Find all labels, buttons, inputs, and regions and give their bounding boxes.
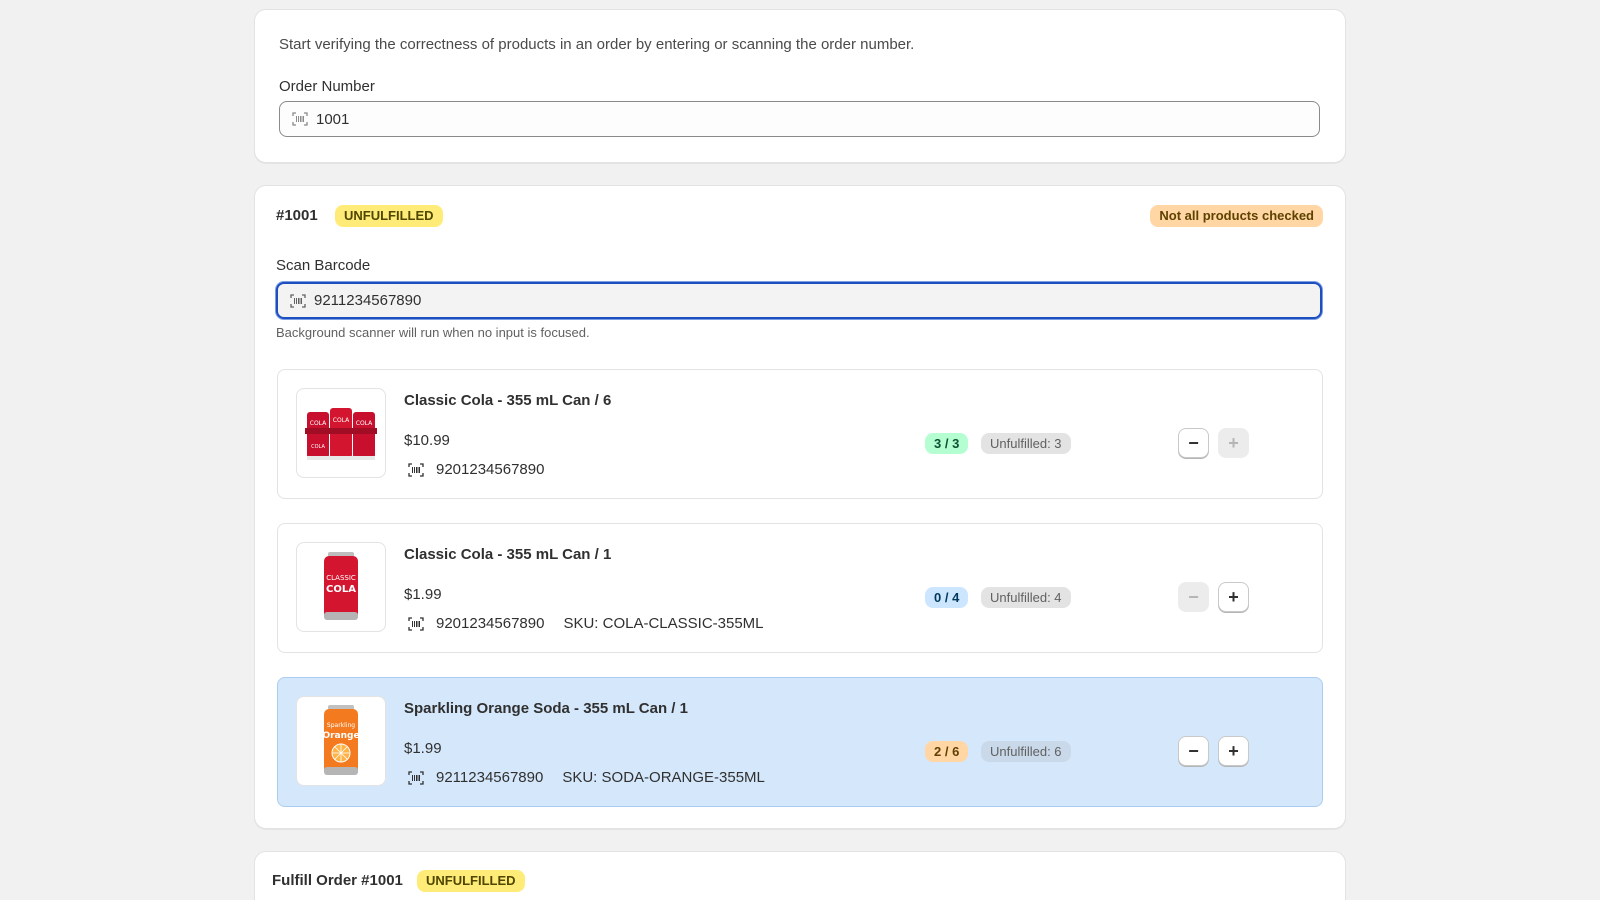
svg-text:COLA: COLA — [311, 444, 325, 450]
item-count-badge: 2 / 6 — [925, 741, 969, 762]
barcode-icon — [408, 770, 424, 785]
item-meta: 9201234567890 SKU: COLA-CLASSIC-355ML — [408, 615, 764, 632]
plus-icon: + — [1228, 586, 1239, 607]
item-sku: SKU: COLA-CLASSIC-355ML — [563, 615, 764, 632]
item-title: Sparkling Orange Soda - 355 mL Can / 1 — [404, 700, 688, 717]
item-count-badge: 3 / 3 — [925, 433, 969, 454]
svg-text:CLASSIC: CLASSIC — [326, 574, 356, 582]
scan-barcode-label: Scan Barcode — [276, 257, 371, 274]
item-barcode: 9201234567890 — [436, 461, 545, 478]
svg-text:Orange: Orange — [322, 731, 359, 741]
minus-icon: − — [1188, 740, 1199, 761]
product-image-orange-soda: Sparkling Orange — [296, 696, 386, 786]
product-image-cola-6-pack: COLA COLA COLA COLA — [296, 388, 386, 478]
svg-text:COLA: COLA — [310, 420, 327, 427]
item-price: $1.99 — [404, 586, 442, 603]
line-item-selected: Sparkling Orange Sparkling Orange Soda -… — [277, 677, 1323, 807]
order-number-input[interactable]: 1001 — [279, 101, 1320, 137]
order-status-badge: UNFULFILLED — [335, 205, 443, 227]
fulfill-order-title: Fulfill Order #1001 — [272, 872, 403, 889]
item-unfulfilled-badge: Unfulfilled: 3 — [981, 433, 1071, 454]
decrement-button[interactable]: − — [1178, 582, 1209, 612]
order-number-label: Order Number — [279, 78, 375, 95]
order-card: #1001 UNFULFILLED Not all products check… — [254, 185, 1346, 829]
plus-icon: + — [1228, 432, 1239, 453]
decrement-button[interactable]: − — [1178, 736, 1209, 766]
fulfill-status-badge: UNFULFILLED — [417, 870, 525, 892]
item-unfulfilled-badge: Unfulfilled: 6 — [981, 741, 1071, 762]
item-price: $1.99 — [404, 740, 442, 757]
increment-button[interactable]: + — [1218, 736, 1249, 766]
svg-text:COLA: COLA — [326, 584, 356, 595]
increment-button[interactable]: + — [1218, 428, 1249, 458]
line-item: CLASSIC COLA Classic Cola - 355 mL Can /… — [277, 523, 1323, 653]
svg-text:COLA: COLA — [333, 417, 350, 424]
order-number-value: 1001 — [316, 110, 350, 128]
barcode-icon — [408, 616, 424, 631]
svg-text:COLA: COLA — [356, 420, 373, 427]
product-image-cola-can: CLASSIC COLA — [296, 542, 386, 632]
intro-text: Start verifying the correctness of produ… — [279, 36, 915, 53]
barcode-icon — [408, 462, 424, 477]
increment-button[interactable]: + — [1218, 582, 1249, 612]
minus-icon: − — [1188, 432, 1199, 453]
item-sku: SKU: SODA-ORANGE-355ML — [562, 769, 765, 786]
item-price: $10.99 — [404, 432, 450, 449]
svg-text:Sparkling: Sparkling — [327, 722, 355, 729]
scanner-helper-text: Background scanner will run when no inpu… — [276, 325, 590, 340]
item-title: Classic Cola - 355 mL Can / 1 — [404, 546, 612, 563]
minus-icon: − — [1188, 586, 1199, 607]
fulfill-order-card: Fulfill Order #1001 UNFULFILLED — [254, 851, 1346, 900]
line-item: COLA COLA COLA COLA Classic Cola - 355 m… — [277, 369, 1323, 499]
check-status-badge: Not all products checked — [1150, 205, 1323, 227]
barcode-icon — [290, 293, 306, 308]
item-meta: 9201234567890 — [408, 461, 544, 478]
item-unfulfilled-badge: Unfulfilled: 4 — [981, 587, 1071, 608]
order-lookup-card: Start verifying the correctness of produ… — [254, 9, 1346, 163]
scan-barcode-input[interactable]: 9211234567890 — [276, 282, 1322, 319]
order-number-heading: #1001 — [276, 207, 318, 224]
plus-icon: + — [1228, 740, 1239, 761]
item-barcode: 9211234567890 — [436, 769, 544, 786]
scan-barcode-value: 9211234567890 — [314, 292, 422, 309]
item-title: Classic Cola - 355 mL Can / 6 — [404, 392, 612, 409]
barcode-icon — [292, 112, 308, 126]
decrement-button[interactable]: − — [1178, 428, 1209, 458]
item-count-badge: 0 / 4 — [925, 587, 969, 608]
item-barcode: 9201234567890 — [436, 615, 545, 632]
item-meta: 9211234567890 SKU: SODA-ORANGE-355ML — [408, 769, 765, 786]
